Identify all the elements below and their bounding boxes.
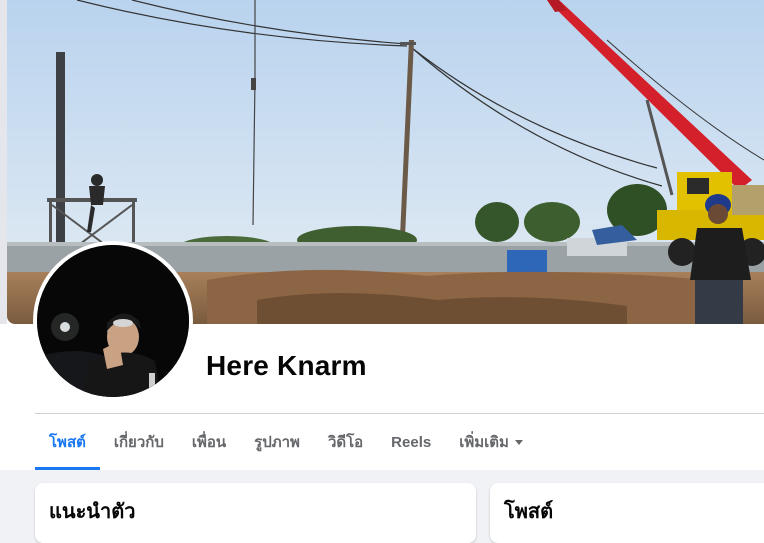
posts-card-title: โพสต์ <box>504 501 554 523</box>
tab-reels-label: Reels <box>391 433 432 451</box>
tab-more-label: เพิ่มเติม <box>459 434 509 451</box>
profile-tabs: โพสต์ เกี่ยวกับ เพื่อน รูปภาพ วิดีโอ Ree… <box>35 414 537 470</box>
tab-posts[interactable]: โพสต์ <box>35 414 100 470</box>
tab-about[interactable]: เกี่ยวกับ <box>100 414 178 470</box>
tab-friends-label: เพื่อน <box>191 434 227 451</box>
avatar-image <box>37 245 189 397</box>
tab-more[interactable]: เพิ่มเติม <box>445 414 537 470</box>
tab-videos-label: วิดีโอ <box>327 434 364 451</box>
posts-card: โพสต์ <box>490 483 764 543</box>
tab-friends[interactable]: เพื่อน <box>178 414 240 470</box>
intro-card-title: แนะนำตัว <box>49 501 136 523</box>
avatar <box>37 245 189 397</box>
page-edge <box>0 0 7 324</box>
tab-posts-label: โพสต์ <box>49 434 86 451</box>
tab-photos-label: รูปภาพ <box>254 434 300 451</box>
tab-videos[interactable]: วิดีโอ <box>314 414 377 470</box>
profile-name: Here Knarm <box>206 350 367 381</box>
tab-photos[interactable]: รูปภาพ <box>240 414 314 470</box>
caret-down-icon <box>514 439 523 445</box>
tab-reels[interactable]: Reels <box>377 414 445 470</box>
tab-about-label: เกี่ยวกับ <box>113 434 164 451</box>
intro-card: แนะนำตัว <box>35 483 476 543</box>
profile-header: Here Knarm โพสต์ เกี่ยวกับ เพื่อน รูปภาพ… <box>0 0 764 470</box>
profile-picture[interactable] <box>33 241 193 401</box>
